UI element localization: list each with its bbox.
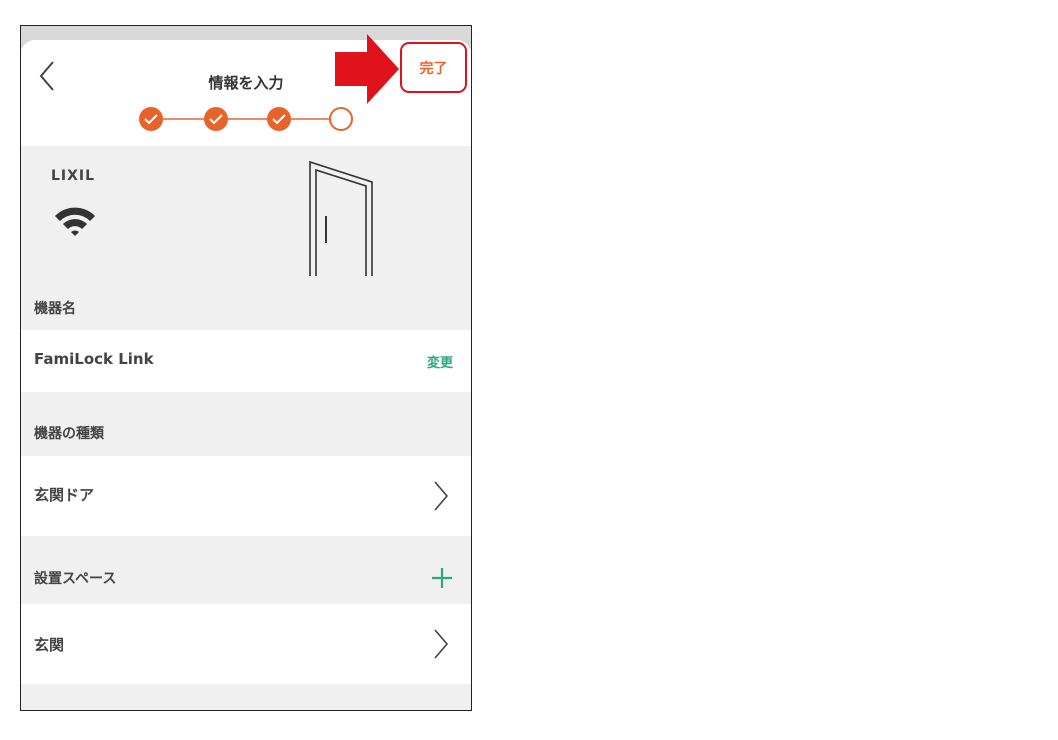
arrow-right-icon: [335, 34, 399, 104]
device-type-label: 機器の種類: [34, 426, 104, 442]
wifi-icon: [55, 207, 95, 236]
install-space-row[interactable]: 玄関: [21, 604, 471, 684]
device-hero: LIXIL: [21, 146, 471, 296]
step-3-done: [267, 107, 291, 131]
install-space-label: 設置スペース: [34, 571, 117, 587]
plus-icon[interactable]: [431, 567, 453, 589]
progress-stepper: [139, 107, 353, 131]
device-name-row: FamiLock Link 変更: [21, 330, 471, 392]
app-screen: 情報を入力 完了 LIXIL 機器名 FamiLock Link 変更 機器の種…: [20, 25, 472, 711]
brand-label: LIXIL: [51, 168, 96, 184]
door-icon: [309, 160, 373, 276]
chevron-right-icon: [434, 481, 449, 511]
step-4-current: [329, 107, 353, 131]
device-type-row[interactable]: 玄関ドア: [21, 456, 471, 536]
done-button[interactable]: 完了: [400, 42, 467, 93]
step-2-done: [204, 107, 228, 131]
install-space-value: 玄関: [34, 636, 65, 654]
change-button[interactable]: 変更: [427, 352, 453, 371]
device-type-value: 玄関ドア: [34, 486, 95, 504]
device-name-value: FamiLock Link: [34, 350, 154, 368]
device-name-label: 機器名: [34, 301, 76, 317]
chevron-right-icon: [434, 629, 449, 659]
step-1-done: [139, 107, 163, 131]
